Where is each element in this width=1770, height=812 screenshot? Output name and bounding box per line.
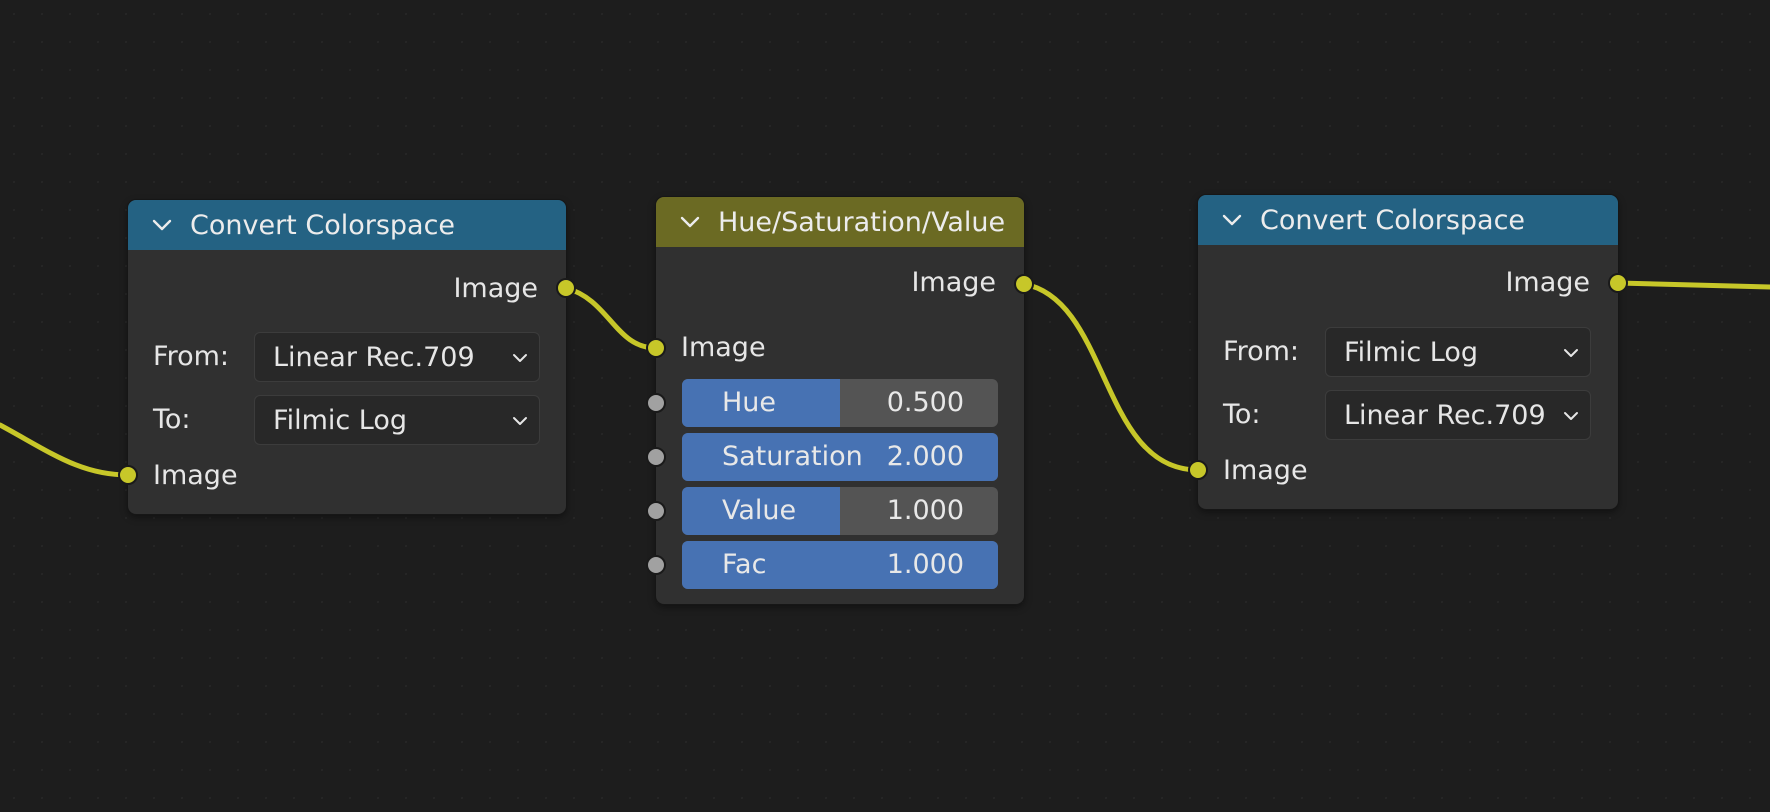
input-socket-hue[interactable] xyxy=(646,393,666,413)
link-convert1-to-hsv[interactable] xyxy=(563,285,659,351)
chevron-down-icon[interactable] xyxy=(1221,209,1243,231)
link-incoming[interactable] xyxy=(0,422,131,478)
input-socket-image[interactable] xyxy=(646,338,666,358)
input-socket-fac[interactable] xyxy=(646,555,666,575)
slider-value: 2.000 xyxy=(886,441,964,472)
input-label: Image xyxy=(1223,455,1308,486)
chevron-down-icon[interactable] xyxy=(151,214,173,236)
input-label: Image xyxy=(681,332,766,363)
to-label: To: xyxy=(153,404,191,435)
dropdown-value: Linear Rec.709 xyxy=(273,341,475,373)
output-label: Image xyxy=(911,267,996,298)
node-header[interactable]: Convert Colorspace xyxy=(128,200,566,250)
hue-saturation-value-node[interactable]: Hue/Saturation/Value Image Image Hue 0.5… xyxy=(646,197,1034,604)
from-label: From: xyxy=(1223,336,1299,367)
input-label: Image xyxy=(153,460,238,491)
dropdown-value: Filmic Log xyxy=(273,404,408,436)
node-header[interactable]: Convert Colorspace xyxy=(1198,195,1618,245)
slider-label: Fac xyxy=(722,549,767,580)
output-label: Image xyxy=(1505,267,1590,298)
slider-value: 1.000 xyxy=(886,495,964,526)
output-socket-image[interactable] xyxy=(1608,273,1628,293)
link-hsv-to-convert2[interactable] xyxy=(1021,281,1201,473)
convert-colorspace-node-2[interactable]: Convert Colorspace Image From: Filmic Lo… xyxy=(1188,195,1628,509)
slider-value: 1.000 xyxy=(886,549,964,580)
node-title: Convert Colorspace xyxy=(190,209,456,241)
dropdown-value: Filmic Log xyxy=(1344,336,1479,368)
slider-value: 0.500 xyxy=(886,387,964,418)
link-outgoing[interactable] xyxy=(1615,280,1770,290)
to-colorspace-dropdown[interactable]: Filmic Log xyxy=(254,395,540,445)
slider-label: Value xyxy=(722,495,797,526)
from-label: From: xyxy=(153,341,229,372)
chevron-down-icon xyxy=(1564,349,1578,357)
hue-slider[interactable]: Hue 0.500 xyxy=(682,379,998,427)
chevron-down-icon[interactable] xyxy=(679,211,701,233)
output-socket-image[interactable] xyxy=(1014,274,1034,294)
saturation-slider[interactable]: Saturation 2.000 xyxy=(682,433,998,481)
chevron-down-icon xyxy=(513,417,527,425)
node-header[interactable]: Hue/Saturation/Value xyxy=(656,197,1024,247)
input-socket-value[interactable] xyxy=(646,501,666,521)
output-label: Image xyxy=(453,273,538,304)
slider-label: Saturation xyxy=(722,441,863,472)
input-socket-image[interactable] xyxy=(118,465,138,485)
node-editor-canvas[interactable]: Convert Colorspace Image From: Linear Re… xyxy=(0,0,1770,812)
to-colorspace-dropdown[interactable]: Linear Rec.709 xyxy=(1325,390,1591,440)
node-title: Hue/Saturation/Value xyxy=(718,206,1006,238)
chevron-down-icon xyxy=(513,354,527,362)
convert-colorspace-node-1[interactable]: Convert Colorspace Image From: Linear Re… xyxy=(118,200,576,514)
node-title: Convert Colorspace xyxy=(1260,204,1526,236)
input-socket-saturation[interactable] xyxy=(646,447,666,467)
fac-slider[interactable]: Fac 1.000 xyxy=(682,541,998,589)
from-colorspace-dropdown[interactable]: Filmic Log xyxy=(1325,327,1591,377)
chevron-down-icon xyxy=(1564,412,1578,420)
input-socket-image[interactable] xyxy=(1188,460,1208,480)
dropdown-value: Linear Rec.709 xyxy=(1344,399,1546,431)
value-slider[interactable]: Value 1.000 xyxy=(682,487,998,535)
from-colorspace-dropdown[interactable]: Linear Rec.709 xyxy=(254,332,540,382)
to-label: To: xyxy=(1223,399,1261,430)
output-socket-image[interactable] xyxy=(556,278,576,298)
slider-label: Hue xyxy=(722,387,777,418)
